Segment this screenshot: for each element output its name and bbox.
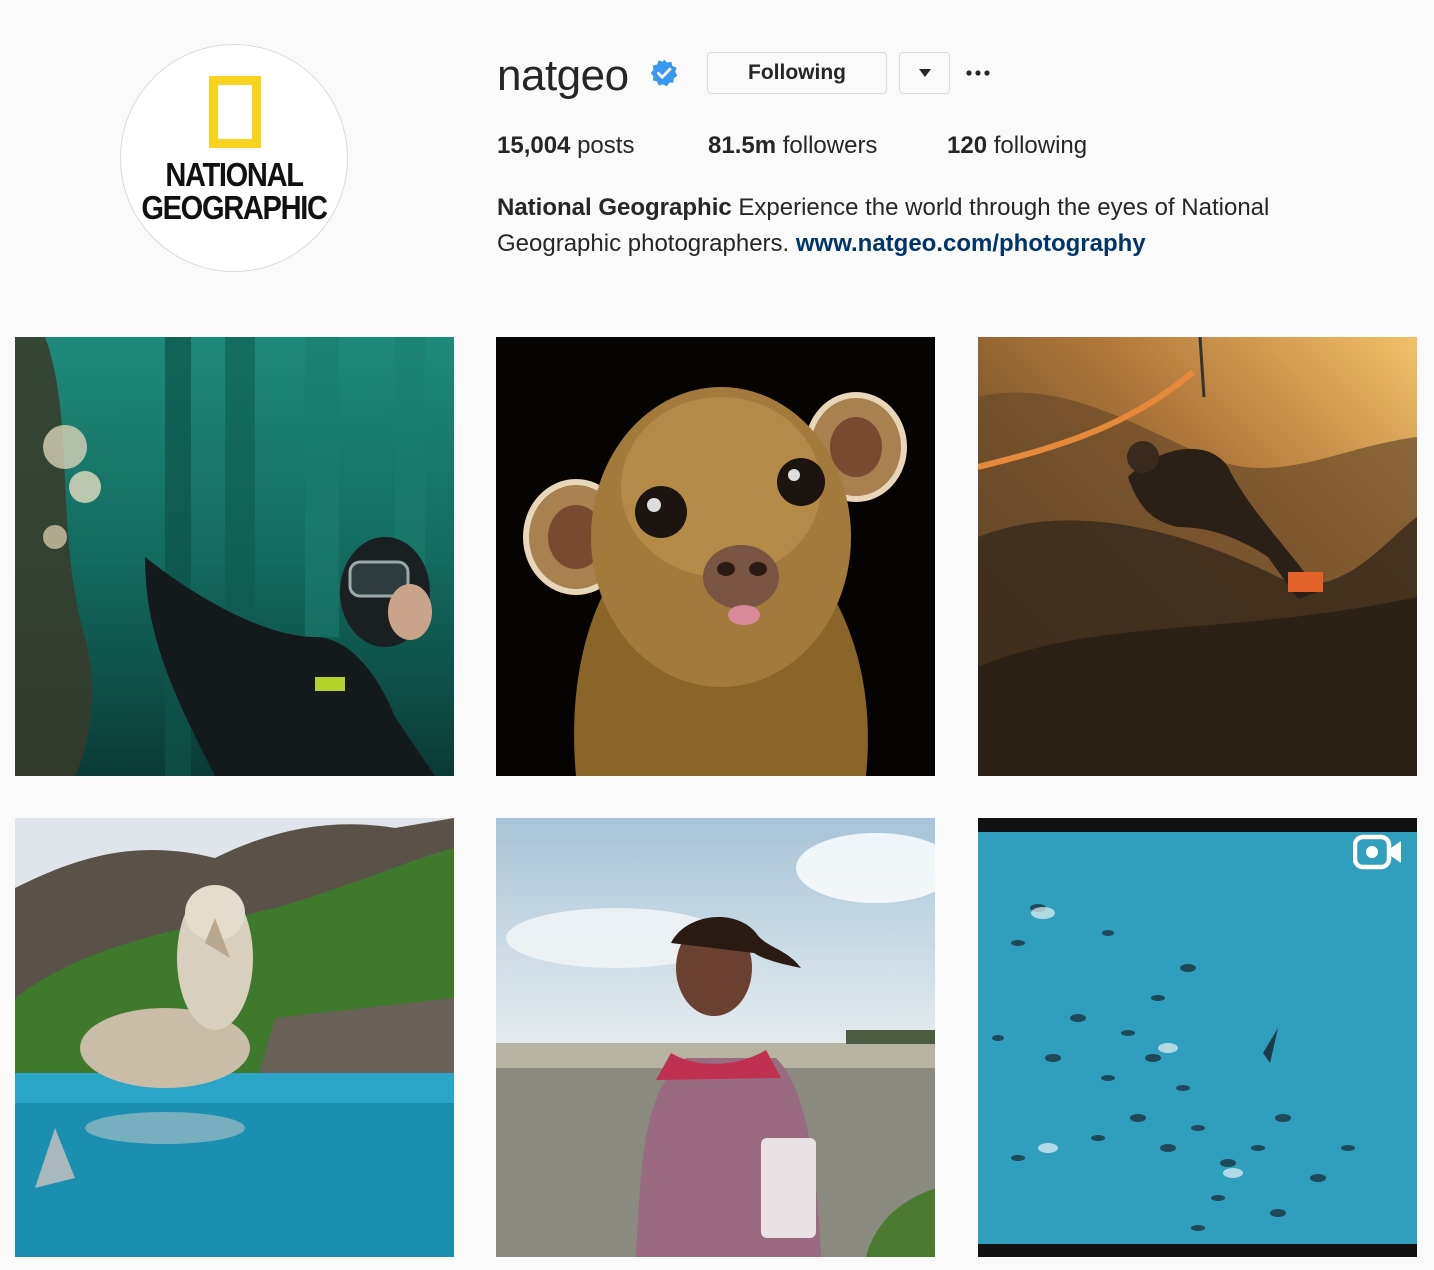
profile-avatar[interactable]: NATIONAL GEOGRAPHIC (120, 44, 348, 272)
following-count: 120 (947, 132, 988, 159)
following-button[interactable]: Following (707, 52, 887, 94)
post-image-dolphins (978, 818, 1417, 1257)
caret-down-icon (918, 69, 931, 77)
following-link[interactable]: 120 following (947, 132, 1087, 160)
posts-count-stat: 15,004 posts (497, 132, 634, 160)
followers-label: followers (782, 132, 878, 159)
bio-website-link[interactable]: www.natgeo.com/photography (796, 230, 1146, 257)
post-tile-4[interactable] (15, 818, 454, 1257)
verified-badge-icon (650, 59, 678, 87)
post-tile-3[interactable] (978, 337, 1417, 776)
profile-bio: National Geographic Experience the world… (497, 190, 1357, 262)
followers-count: 81.5m (708, 132, 777, 159)
more-options-button[interactable] (960, 58, 996, 88)
video-camera-icon (1353, 834, 1401, 870)
post-tile-6[interactable] (978, 818, 1417, 1257)
post-image-climber (978, 337, 1417, 776)
post-image-petrel (15, 818, 454, 1257)
profile-full-name: National Geographic (497, 194, 732, 221)
post-image-kinkajou (496, 337, 935, 776)
natgeo-yellow-frame-logo (209, 76, 261, 148)
post-tile-2[interactable] (496, 337, 935, 776)
logo-wordmark-line2: GEOGRAPHIC (141, 189, 328, 226)
posts-count: 15,004 (497, 132, 571, 159)
post-tile-5[interactable] (496, 818, 935, 1257)
following-label: following (993, 132, 1088, 159)
post-tile-1[interactable] (15, 337, 454, 776)
post-image-girl (496, 818, 935, 1257)
followers-link[interactable]: 81.5m followers (708, 132, 877, 160)
post-image-diver (15, 337, 454, 776)
profile-username: natgeo (497, 51, 629, 100)
suggested-accounts-dropdown-button[interactable] (899, 52, 950, 94)
ellipsis-icon (966, 70, 990, 76)
posts-label: posts (577, 132, 635, 159)
